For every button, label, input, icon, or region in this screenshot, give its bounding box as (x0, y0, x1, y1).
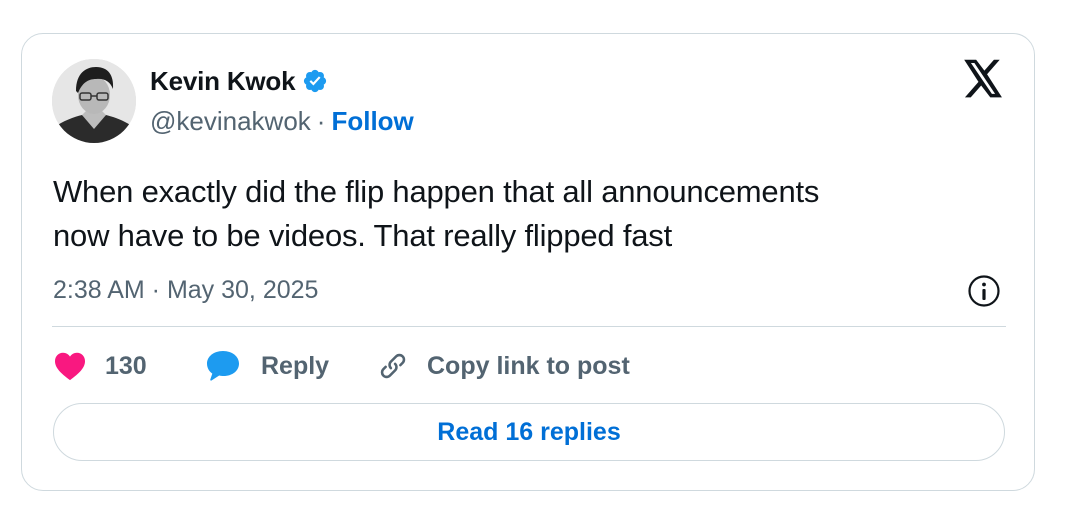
author-handle-row: @kevinakwok · Follow (150, 104, 414, 138)
copy-link-button[interactable]: Copy link to post (375, 344, 630, 388)
follow-button[interactable]: Follow (331, 106, 413, 137)
author-handle[interactable]: @kevinakwok (150, 106, 311, 137)
author-name-row: Kevin Kwok (150, 64, 328, 98)
link-icon (375, 348, 411, 384)
like-count: 130 (105, 351, 147, 380)
avatar-photo (52, 59, 136, 143)
reply-label: Reply (261, 351, 330, 380)
avatar[interactable] (52, 59, 136, 143)
heart-icon (53, 351, 87, 381)
separator-dot: · (316, 105, 326, 136)
reply-button[interactable]: Reply (205, 344, 329, 388)
read-replies-label: Read 16 replies (437, 417, 621, 446)
divider (52, 326, 1006, 327)
copy-link-label: Copy link to post (427, 351, 630, 380)
verified-badge-icon (302, 68, 328, 94)
tweet-timestamp[interactable]: 2:38 AM · May 30, 2025 (53, 273, 318, 307)
author-display-name[interactable]: Kevin Kwok (150, 66, 296, 97)
tweet-text: When exactly did the flip happen that al… (53, 174, 820, 253)
x-logo-icon[interactable] (962, 59, 1004, 99)
info-icon[interactable] (966, 273, 1002, 309)
speech-bubble-icon (205, 349, 241, 383)
read-replies-button[interactable]: Read 16 replies (53, 403, 1005, 461)
like-button[interactable]: 130 (53, 344, 147, 388)
